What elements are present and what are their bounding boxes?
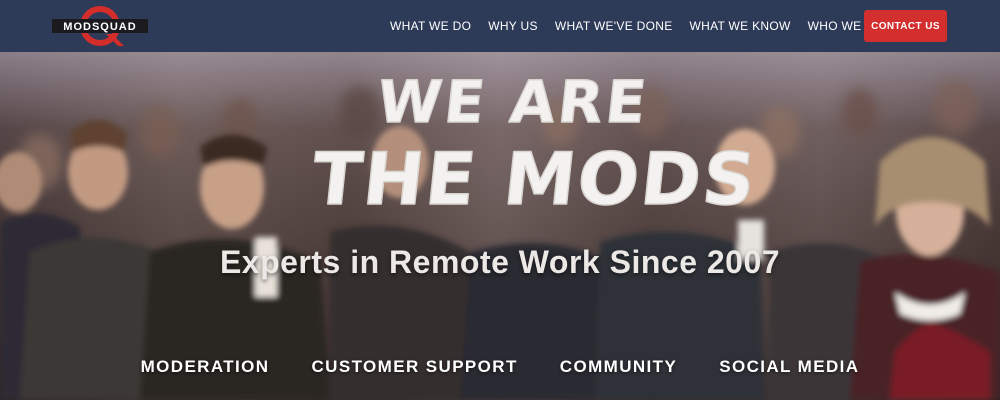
main-navigation: WHAT WE DO WHY US WHAT WE'VE DONE WHAT W… [390, 0, 907, 52]
service-link-moderation[interactable]: MODERATION [141, 357, 270, 377]
hero-banner: WE ARE THE MODS Experts in Remote Work S… [0, 52, 1000, 400]
service-link-customer-support[interactable]: CUSTOMER SUPPORT [311, 357, 517, 377]
hero-tagline: Experts in Remote Work Since 2007 [219, 244, 781, 280]
top-navbar: MODSQUAD WHAT WE DO WHY US WHAT WE'VE DO… [0, 0, 1000, 52]
modsquad-logo[interactable]: MODSQUAD [50, 6, 150, 48]
contact-us-button[interactable]: CONTACT US [864, 10, 947, 42]
service-link-social-media[interactable]: SOCIAL MEDIA [719, 357, 859, 377]
we-are-the-mods-headline: WE ARE THE MODS [307, 67, 761, 222]
nav-link-what-weve-done[interactable]: WHAT WE'VE DONE [555, 19, 673, 33]
service-link-community[interactable]: COMMUNITY [560, 357, 677, 377]
nav-link-what-we-do[interactable]: WHAT WE DO [390, 19, 471, 33]
nav-link-why-us[interactable]: WHY US [488, 19, 538, 33]
service-links: MODERATION CUSTOMER SUPPORT COMMUNITY SO… [0, 357, 1000, 377]
logo-wordmark: MODSQUAD [63, 21, 136, 33]
headline-line-2: THE MODS [308, 138, 761, 222]
headline-line-1: WE ARE [374, 68, 652, 136]
crowd-background-image: WE ARE THE MODS [0, 67, 1000, 400]
nav-link-what-we-know[interactable]: WHAT WE KNOW [690, 19, 791, 33]
